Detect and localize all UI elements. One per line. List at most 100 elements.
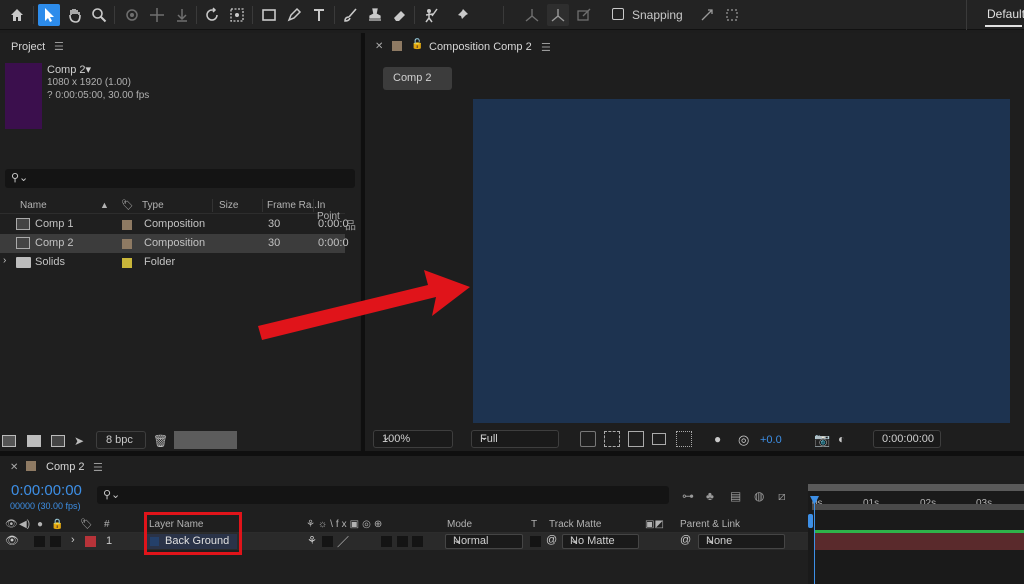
lock-icon[interactable]: 🔒 (51, 519, 63, 530)
composition-tab-title[interactable]: Composition Comp 2 (429, 41, 532, 53)
pen-icon[interactable] (283, 4, 305, 26)
parent-select[interactable]: None ⌄ (698, 534, 785, 549)
work-area-start-handle[interactable] (808, 514, 813, 528)
close-icon[interactable]: ✕ (10, 462, 18, 473)
audio-icon[interactable]: ◀) (19, 519, 30, 530)
fast-previews-icon[interactable] (580, 431, 596, 447)
timeline-tab-title[interactable]: Comp 2 (46, 461, 85, 473)
pan-camera-icon[interactable] (146, 4, 168, 26)
shy-layers-icon[interactable]: ♣ (706, 489, 714, 503)
project-search-input[interactable]: ⚲⌄ (5, 169, 355, 188)
home-icon[interactable] (6, 4, 28, 26)
orbit-camera-icon[interactable] (121, 4, 143, 26)
selection-arrow-icon[interactable] (38, 4, 60, 26)
solo-icon[interactable]: ● (37, 519, 43, 530)
transparency-grid-icon[interactable] (604, 431, 620, 447)
show-snapshot-icon[interactable]: ◐ (838, 432, 854, 448)
label-swatch[interactable] (122, 239, 132, 249)
project-footer-scrollbar[interactable] (174, 431, 237, 449)
reset-exposure-icon[interactable]: ◎ (738, 432, 754, 448)
matte-pickwhip-icon[interactable]: @ (546, 534, 557, 546)
label-tag-icon[interactable]: 🏷 (121, 200, 134, 211)
workspace-default-tab[interactable]: Default (966, 0, 1024, 30)
time-navigator[interactable] (808, 484, 1024, 491)
frame-blending-icon[interactable]: ▤ (730, 489, 741, 503)
snap-icon[interactable] (696, 4, 718, 26)
eye-icon[interactable]: 👁 (5, 519, 18, 530)
label-swatch[interactable] (122, 220, 132, 230)
trash-icon[interactable]: 🗑 (153, 434, 168, 448)
snap-grid-icon[interactable] (721, 4, 743, 26)
motion-blur-icon[interactable]: ◍ (754, 489, 764, 503)
rectangle-icon[interactable] (258, 4, 280, 26)
timeline-search-input[interactable]: ⚲⌄ (97, 486, 669, 504)
solo-toggle[interactable] (50, 536, 61, 547)
sort-up-icon[interactable]: ▲ (100, 200, 109, 210)
column-t[interactable]: T (531, 519, 537, 530)
effect-switch[interactable] (381, 536, 392, 547)
column-number[interactable]: # (104, 519, 110, 530)
dolly-camera-icon[interactable] (171, 4, 193, 26)
chevron-right-icon[interactable]: › (71, 534, 75, 546)
project-item-row[interactable]: Comp 1 Composition 30 0:00:0 (0, 215, 349, 234)
work-area-bar[interactable] (812, 504, 1024, 510)
type-icon[interactable] (308, 4, 330, 26)
view-axis-icon[interactable] (573, 4, 595, 26)
clone-stamp-icon[interactable] (364, 4, 386, 26)
hamburger-menu-icon[interactable]: ☰ (54, 40, 64, 53)
interpret-footage-icon[interactable] (2, 435, 16, 447)
parent-pickwhip-icon[interactable]: @ (680, 534, 691, 546)
current-time-display[interactable]: 0:00:00:00 (873, 430, 941, 448)
matte-icons[interactable]: ▣◩ (645, 519, 664, 530)
collapse-switch[interactable] (322, 536, 333, 547)
flowchart-icon[interactable]: 品 (345, 217, 356, 233)
project-item-row[interactable]: Comp 2 Composition 30 0:00:0 (0, 234, 349, 253)
new-folder-icon[interactable] (27, 435, 41, 447)
mask-path-icon[interactable] (628, 431, 644, 447)
render-queue-icon[interactable]: ➤ (74, 434, 88, 448)
hamburger-menu-icon[interactable]: ☰ (93, 461, 103, 474)
resolution-select[interactable]: Full ⌄ (471, 430, 559, 448)
layer-row[interactable]: 👁 › 1 Back Ground ⚘ ／ Normal ⌄ @ No Matt… (0, 533, 808, 550)
selected-comp-name[interactable]: Comp 2▾ (47, 63, 91, 76)
comp-navigator-chip[interactable]: Comp 2 (383, 67, 452, 90)
hamburger-menu-icon[interactable]: ☰ (541, 41, 551, 54)
hand-icon[interactable] (64, 4, 86, 26)
mode-select[interactable]: Normal ⌄ (445, 534, 523, 549)
preserve-transparency-toggle[interactable] (530, 536, 541, 547)
graph-editor-icon[interactable]: ⧄ (778, 489, 786, 504)
label-tag-icon[interactable]: 🏷 (80, 519, 93, 530)
brush-icon[interactable] (339, 4, 361, 26)
roto-brush-icon[interactable] (421, 4, 443, 26)
anchor-point-icon[interactable] (226, 4, 248, 26)
composition-flowchart-icon[interactable]: ⊶ (682, 489, 694, 503)
timeline-timecode[interactable]: 0:00:00:00 (11, 482, 82, 499)
column-mode[interactable]: Mode (447, 519, 472, 530)
world-axis-icon[interactable] (547, 4, 569, 26)
label-swatch[interactable] (122, 258, 132, 268)
column-track-matte[interactable]: Track Matte (549, 519, 601, 530)
bit-depth-button[interactable]: 8 bpc (96, 431, 146, 449)
switches-icons[interactable]: ⚘☼\fx▣◎⊕ (306, 519, 385, 530)
frame-blend-switch[interactable] (397, 536, 408, 547)
lock-icon[interactable]: 🔓 (411, 39, 423, 50)
layer-duration-bar[interactable] (814, 533, 1024, 550)
exposure-value[interactable]: +0.0 (760, 434, 782, 446)
column-type[interactable]: Type (142, 200, 164, 211)
snapping-checkbox[interactable] (612, 8, 624, 20)
zoom-select[interactable]: 100% ⌄ (373, 430, 453, 448)
column-name[interactable]: Name (20, 200, 47, 211)
close-icon[interactable]: ✕ (375, 41, 383, 52)
shy-switch-icon[interactable]: ⚘ (307, 534, 317, 547)
snapshot-camera-icon[interactable]: 📷 (814, 432, 830, 448)
quality-switch-icon[interactable]: ／ (337, 533, 349, 550)
chevron-right-icon[interactable]: › (3, 255, 6, 266)
track-matte-select[interactable]: No Matte ⌄ (562, 534, 639, 549)
rotation-icon[interactable] (201, 4, 223, 26)
column-frame-rate[interactable]: Frame Ra... (267, 200, 320, 211)
eye-icon[interactable]: 👁 (5, 534, 19, 547)
composition-canvas[interactable] (473, 99, 1010, 423)
column-size[interactable]: Size (219, 200, 238, 211)
local-axis-icon[interactable] (521, 4, 543, 26)
chevron-down-icon[interactable]: ▾ (86, 64, 92, 76)
